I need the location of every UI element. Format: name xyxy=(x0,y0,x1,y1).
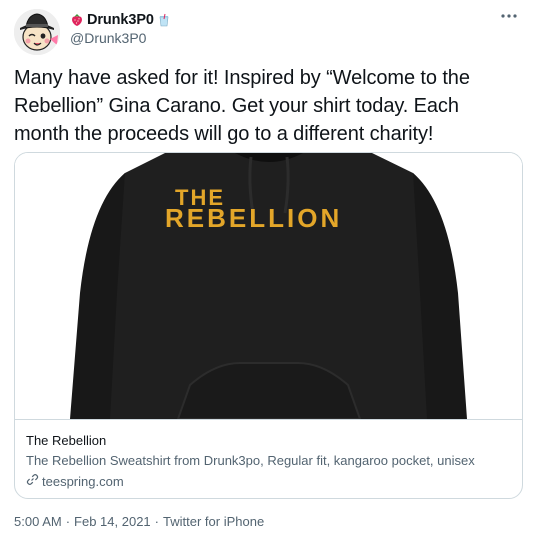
link-icon xyxy=(26,473,39,489)
separator: · xyxy=(65,514,71,529)
author-display-name[interactable]: Drunk3P0 xyxy=(87,12,154,28)
tweet: Drunk3P0 @Drunk3P0 Many have asked for i… xyxy=(0,0,535,536)
card-title: The Rebellion xyxy=(26,433,107,448)
cartoon-avatar-icon xyxy=(14,9,60,55)
avatar[interactable] xyxy=(14,9,60,55)
drink-cup-icon xyxy=(157,13,171,27)
separator: · xyxy=(154,514,160,529)
strawberry-icon xyxy=(70,13,84,27)
card-image[interactable]: THE REBELLION xyxy=(15,153,522,420)
author-handle[interactable]: @Drunk3P0 xyxy=(70,30,146,46)
author-name-row[interactable]: Drunk3P0 xyxy=(70,11,171,29)
timestamp-row: 5:00 AM · Feb 14, 2021 · Twitter for iPh… xyxy=(14,514,264,529)
card-meta[interactable]: The Rebellion The Rebellion Sweatshirt f… xyxy=(15,419,522,498)
tweet-time[interactable]: 5:00 AM xyxy=(14,514,62,529)
card-domain-text: teespring.com xyxy=(42,473,124,489)
card-domain: teespring.com xyxy=(26,473,124,489)
more-options-icon[interactable] xyxy=(497,6,521,26)
tweet-date[interactable]: Feb 14, 2021 xyxy=(74,514,151,529)
logo-text-rebellion: REBELLION xyxy=(165,203,342,233)
link-preview-card[interactable]: THE REBELLION The Rebellion The Rebellio… xyxy=(14,152,523,499)
hoodie-image: THE REBELLION xyxy=(15,153,522,420)
card-description: The Rebellion Sweatshirt from Drunk3po, … xyxy=(26,453,475,468)
tweet-source[interactable]: Twitter for iPhone xyxy=(163,514,264,529)
tweet-text: Many have asked for it! Inspired by “Wel… xyxy=(14,67,470,145)
